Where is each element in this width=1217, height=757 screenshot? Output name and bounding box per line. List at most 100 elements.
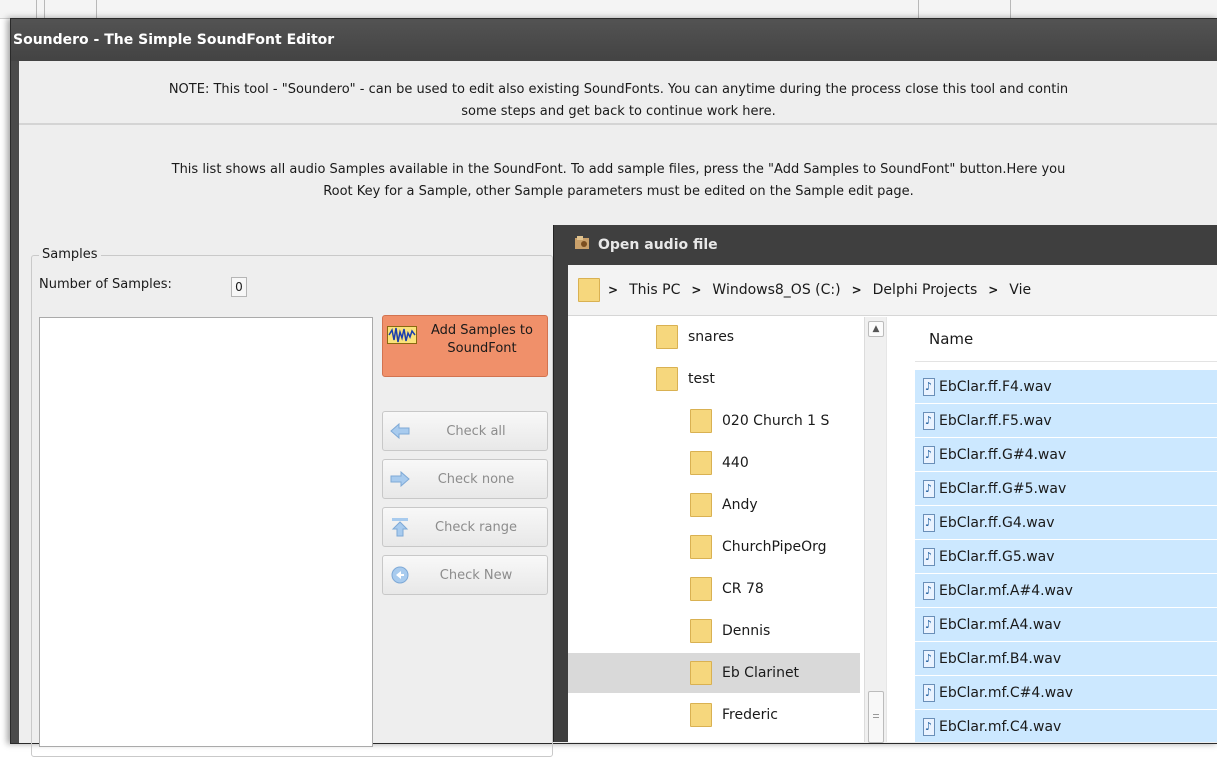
folder-icon — [578, 278, 600, 302]
folder-icon — [690, 451, 712, 475]
file-row[interactable]: ♪ EbClar.mf.C#4.wav — [915, 676, 1217, 709]
tree-item-label: CR 78 — [722, 581, 764, 597]
file-name: EbClar.mf.C4.wav — [939, 718, 1062, 735]
file-name: EbClar.mf.A#4.wav — [939, 582, 1073, 599]
background-window-strip — [0, 0, 1217, 19]
pane-splitter[interactable] — [886, 317, 899, 742]
note-text-line2: some steps and get back to continue work… — [461, 104, 776, 119]
add-samples-button[interactable]: Add Samples to SoundFont — [382, 315, 548, 377]
file-name: EbClar.ff.F4.wav — [939, 378, 1052, 395]
audio-file-icon: ♪ — [923, 649, 935, 668]
tree-item[interactable]: Andy — [568, 485, 860, 525]
file-row[interactable]: ♪ EbClar.ff.G#4.wav — [915, 438, 1217, 471]
chevron-right-icon[interactable]: > — [850, 283, 864, 297]
check-none-label: Check none — [437, 471, 515, 487]
breadcrumb-current[interactable]: Vie — [1000, 282, 1040, 298]
file-row[interactable]: ♪ EbClar.mf.C4.wav — [915, 710, 1217, 742]
audio-file-icon: ♪ — [923, 683, 935, 702]
chevron-right-icon[interactable]: > — [606, 283, 620, 297]
tree-item-label: Dennis — [722, 623, 771, 639]
check-none-button[interactable]: Check none — [382, 459, 548, 499]
file-row[interactable]: ♪ EbClar.mf.A4.wav — [915, 608, 1217, 641]
file-row[interactable]: ♪ EbClar.ff.G#5.wav — [915, 472, 1217, 505]
file-row[interactable]: ♪ EbClar.ff.G4.wav — [915, 506, 1217, 539]
tree-item[interactable]: ChurchPipeOrg — [568, 527, 860, 567]
check-new-button[interactable]: Check New — [382, 555, 548, 595]
audio-file-icon: ♪ — [923, 377, 935, 396]
tree-item[interactable]: 440 — [568, 443, 860, 483]
folder-icon — [690, 703, 712, 727]
audio-file-icon: ♪ — [923, 479, 935, 498]
breadcrumb-this-pc[interactable]: This PC — [620, 282, 689, 298]
range-up-icon — [389, 516, 411, 538]
background-divider — [44, 0, 45, 18]
tree-item-label: 440 — [722, 455, 749, 471]
address-bar[interactable]: > This PC > Windows8_OS (C:) > Delphi Pr… — [568, 265, 1217, 316]
file-name: EbClar.ff.F5.wav — [939, 412, 1052, 429]
breadcrumb-drive[interactable]: Windows8_OS (C:) — [703, 282, 849, 298]
background-divider — [96, 0, 97, 18]
arrow-left-icon — [389, 420, 411, 442]
tree-item[interactable]: 020 Church 1 S — [568, 401, 860, 441]
scroll-up-icon[interactable]: ▲ — [868, 321, 884, 337]
tree-item[interactable]: snares — [568, 317, 860, 357]
add-samples-label-line2: SoundFont — [447, 341, 517, 356]
tree-item[interactable]: CR 78 — [568, 569, 860, 609]
file-name: EbClar.mf.C#4.wav — [939, 684, 1074, 701]
info-text-line1: This list shows all audio Samples availa… — [171, 162, 1066, 177]
folder-icon — [690, 577, 712, 601]
file-name: EbClar.ff.G#5.wav — [939, 480, 1067, 497]
chevron-right-icon[interactable]: > — [986, 283, 1000, 297]
tree-item[interactable]: test — [568, 359, 860, 399]
dialog-client-area: > This PC > Windows8_OS (C:) > Delphi Pr… — [568, 265, 1217, 743]
circle-arrow-icon — [389, 564, 411, 586]
add-samples-label: Add Samples to SoundFont — [419, 322, 545, 358]
file-row[interactable]: ♪ EbClar.ff.G5.wav — [915, 540, 1217, 573]
main-title-bar[interactable]: Soundero - The Simple SoundFont Editor — [11, 19, 1217, 61]
file-row[interactable]: ♪ EbClar.ff.F5.wav — [915, 404, 1217, 437]
tree-item[interactable]: Frederic — [568, 695, 860, 735]
tree-item-label: Eb Clarinet — [722, 665, 800, 681]
chevron-right-icon[interactable]: > — [689, 283, 703, 297]
breadcrumb-delphi-projects[interactable]: Delphi Projects — [864, 282, 987, 298]
info-panel: This list shows all audio Samples availa… — [19, 159, 1217, 215]
audio-file-icon: ♪ — [923, 717, 935, 736]
background-divider — [918, 0, 919, 18]
audio-file-icon: ♪ — [923, 615, 935, 634]
folder-icon — [690, 619, 712, 643]
file-name: EbClar.ff.G4.wav — [939, 514, 1055, 531]
audio-file-icon: ♪ — [923, 581, 935, 600]
audio-file-icon: ♪ — [923, 445, 935, 464]
dialog-title: Open audio file — [598, 237, 718, 253]
info-text-line2: Root Key for a Sample, other Sample para… — [323, 184, 914, 199]
tree-item[interactable]: Eb Clarinet — [568, 653, 860, 693]
file-row[interactable]: ♪ EbClar.ff.F4.wav — [915, 370, 1217, 403]
scrollbar-thumb[interactable] — [868, 691, 884, 743]
folder-icon — [690, 661, 712, 685]
folder-icon — [656, 325, 678, 349]
dialog-title-bar[interactable]: Open audio file — [554, 225, 1217, 265]
tree-item-label: test — [688, 371, 715, 387]
file-row[interactable]: ♪ EbClar.mf.A#4.wav — [915, 574, 1217, 607]
check-all-button[interactable]: Check all — [382, 411, 548, 451]
check-new-label: Check New — [439, 567, 513, 583]
file-row[interactable]: ♪ EbClar.mf.B4.wav — [915, 642, 1217, 675]
tree-scrollbar[interactable]: ▲ — [864, 317, 887, 743]
arrow-right-icon — [389, 468, 411, 490]
check-range-button[interactable]: Check range — [382, 507, 548, 547]
background-divider — [1010, 0, 1011, 18]
column-header-name[interactable]: Name — [915, 317, 1217, 362]
add-samples-label-line1: Add Samples to — [430, 323, 533, 338]
folder-icon — [656, 367, 678, 391]
tree-item[interactable]: Dennis — [568, 611, 860, 651]
audio-file-icon: ♪ — [923, 547, 935, 566]
waveform-icon — [387, 326, 419, 344]
audio-file-icon: ♪ — [923, 411, 935, 430]
file-list[interactable]: Name ♪ EbClar.ff.F4.wav ♪ EbClar.ff.F5.wav ♪… — [915, 317, 1217, 742]
file-name: EbClar.mf.B4.wav — [939, 650, 1062, 667]
sample-list[interactable] — [39, 317, 373, 747]
folder-tree[interactable]: snares test 020 Church 1 S 440 Andy ChurchPip… — [568, 317, 864, 742]
note-text-line1: NOTE: This tool - "Soundero" - can be us… — [168, 82, 1069, 97]
folder-icon — [690, 535, 712, 559]
tree-item-label: snares — [688, 329, 735, 345]
